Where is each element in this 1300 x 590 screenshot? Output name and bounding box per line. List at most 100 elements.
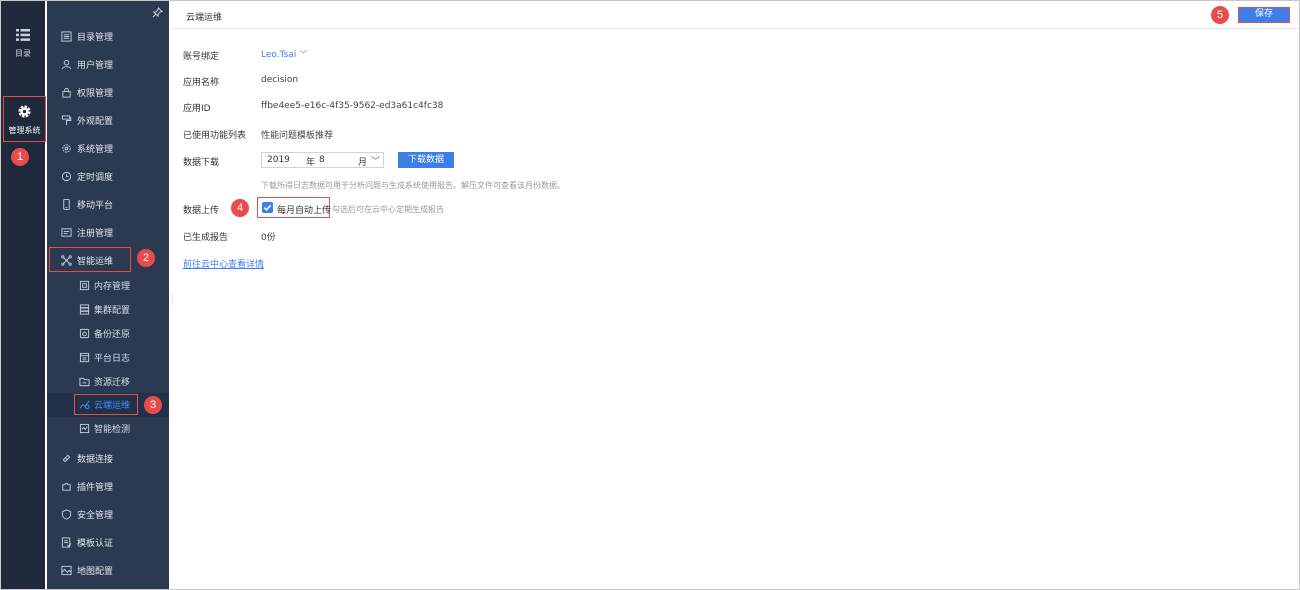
rail-directory[interactable]: 目录 [1,29,45,59]
app-name-value: decision [261,75,299,85]
pin-icon[interactable] [152,7,163,18]
year-month-select[interactable]: 2019 年 8 月 ﹀ [261,152,384,168]
plugin-icon [62,482,71,491]
account-label: 账号绑定 [183,52,220,62]
download-data-button[interactable]: 下载数据 [398,152,454,168]
sub-item-label: 内存管理 [94,282,131,292]
resize-handle[interactable]: · · · · [171,292,174,309]
upload-label: 数据上传 [183,206,220,216]
app-name-label: 应用名称 [183,78,220,88]
save-button[interactable]: 保存 [1238,7,1290,23]
sidebar-item-users[interactable]: 用户管理 [47,50,169,78]
mobile-icon [63,199,70,210]
sub-item-backup[interactable]: 备份还原 [47,322,169,346]
account-value: Leo.Tsai [261,50,297,60]
sidebar-item-label: 安全管理 [77,510,114,521]
settings-icon [62,144,71,153]
backup-icon [79,328,90,339]
chevron-down-icon: ﹀ [371,157,381,167]
sidebar-item-label: 注册管理 [77,228,114,239]
sidebar-item-system[interactable]: 系统管理 [47,134,169,162]
app-id-value: ffbe4ee5-e16c-4f35-9562-ed3a61c4fc38 [261,101,444,111]
auto-upload-label[interactable]: 每月自动上传 [277,203,331,216]
registration-icon [61,228,72,237]
sub-item-cluster[interactable]: 集群配置 [47,298,169,322]
sidebar-item-label: 地图配置 [77,566,114,577]
sub-item-smart-check[interactable]: 智能检测 [47,417,169,441]
download-hint: 下载所得日志数据可用于分析问题与生成系统使用报告。解压文件可查看该月份数据。 [261,181,565,190]
list-icon [16,29,30,41]
step-badge-5: 5 [1211,6,1229,24]
reports-label: 已生成报告 [183,233,229,243]
sidebar-item-label: 定时调度 [77,172,114,183]
sidebar-item-template-cert[interactable]: 模板认证 [47,528,169,556]
app-frame [0,0,1300,590]
sidebar-item-label: 数据连接 [77,454,114,465]
sub-item-label: 资源迁移 [94,378,131,388]
sidebar-item-mobile[interactable]: 移动平台 [47,190,169,218]
sidebar-item-label: 系统管理 [77,144,114,155]
sidebar-item-label: 模板认证 [77,538,114,549]
paint-roller-icon [61,115,72,126]
sub-item-label: 智能检测 [94,425,131,435]
sidebar-item-schedule[interactable]: 定时调度 [47,162,169,190]
step-badge-2: 2 [137,249,155,267]
sub-item-logs[interactable]: 平台日志 [47,346,169,370]
auto-upload-checkbox[interactable] [262,202,273,213]
sidebar-item-label: 插件管理 [77,482,114,493]
sub-item-label: 集群配置 [94,306,131,316]
link-icon [62,454,71,463]
memory-icon [79,280,90,291]
sidebar-item-security[interactable]: 安全管理 [47,500,169,528]
step-badge-4: 4 [231,199,249,217]
step-badge-3: 3 [144,396,162,414]
sidebar-item-permissions[interactable]: 权限管理 [47,78,169,106]
rail-admin-system[interactable]: 管理系统 [3,96,46,142]
features-label: 已使用功能列表 [183,131,247,141]
rail-admin-label: 管理系统 [8,126,41,135]
sidebar-item-label: 用户管理 [77,60,114,71]
shield-icon [61,509,72,520]
sidebar-item-plugins[interactable]: 插件管理 [47,472,169,500]
folder-icon [79,377,90,387]
year-value: 2019 [267,155,290,165]
year-unit: 年 [306,158,316,168]
account-select[interactable]: Leo.Tsai ﹀ [261,49,307,60]
map-icon [61,565,72,576]
cloud-center-link[interactable]: 前往云中心查看详情 [183,257,264,270]
left-rail: 目录 [1,1,45,589]
sidebar-item-label: 目录管理 [77,32,114,43]
highlight-cloud-ops [74,394,138,415]
sidebar-item-label: 移动平台 [77,200,114,211]
app-id-label: 应用ID [183,104,211,114]
sidebar-item-registration[interactable]: 注册管理 [47,218,169,246]
sub-item-migration[interactable]: 资源迁移 [47,370,169,394]
lock-icon [62,87,71,98]
month-value: 8 [319,155,325,165]
sidebar-item-label: 权限管理 [77,88,114,99]
rail-directory-label: 目录 [15,49,31,58]
user-icon [61,59,72,70]
sidebar-item-map[interactable]: 地图配置 [47,556,169,584]
gear-icon [18,105,31,118]
sidebar-item-appearance[interactable]: 外观配置 [47,106,169,134]
chevron-down-icon: ﹀ [299,50,308,59]
sidebar-item-directory[interactable]: 目录管理 [47,22,169,50]
directory-icon [61,31,72,42]
server-icon [79,304,90,315]
reports-value: 0份 [261,233,276,243]
upload-hint: 勾选后可在云中心定期生成报告 [332,205,444,214]
clock-icon [61,171,72,182]
sidebar-item-data-connection[interactable]: 数据连接 [47,444,169,472]
page-header: 云端运维 [170,1,1299,29]
certificate-icon [61,537,72,548]
sub-item-label: 备份还原 [94,330,131,340]
highlight-smart-ops [49,247,131,272]
checkmark-icon [263,204,272,211]
monitor-icon [79,423,90,434]
features-value: 性能问题模板推荐 [261,131,334,141]
sub-item-memory[interactable]: 内存管理 [47,274,169,298]
sub-item-label: 平台日志 [94,354,131,364]
sidebar-item-label: 外观配置 [77,116,114,127]
step-badge-1: 1 [11,148,29,166]
